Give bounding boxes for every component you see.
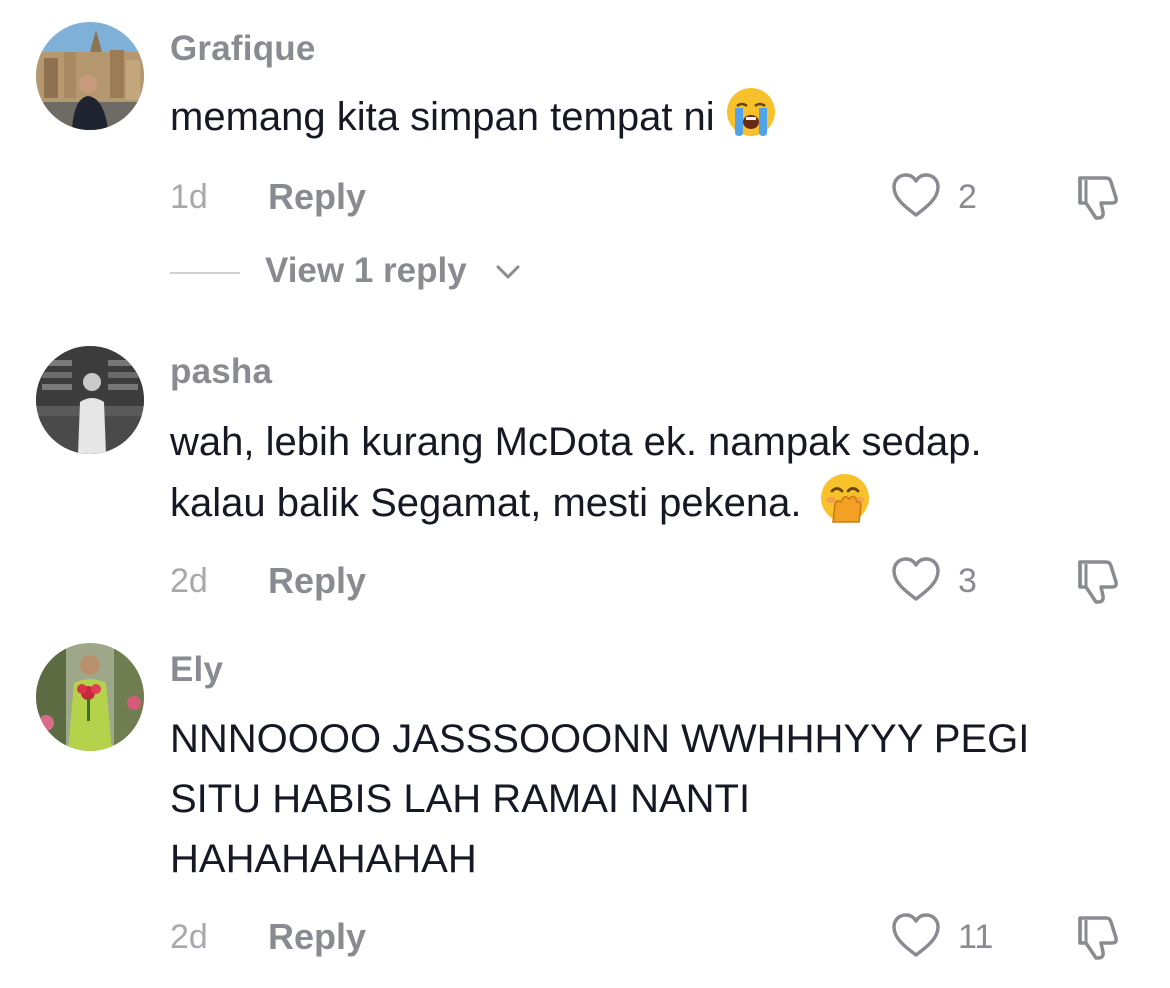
comment-timestamp: 1d <box>170 178 208 216</box>
avatar[interactable] <box>36 346 144 454</box>
thumbs-down-icon[interactable] <box>1072 910 1124 962</box>
heart-outline-icon[interactable] <box>890 912 942 960</box>
avatar[interactable] <box>36 643 144 751</box>
chevron-down-icon[interactable] <box>495 261 521 283</box>
reply-button[interactable]: Reply <box>268 560 366 602</box>
comment-text-line: SITU HABIS LAH RAMAI NANTI <box>170 777 751 821</box>
comment-actions: 2d Reply 11 <box>170 912 1130 962</box>
heart-outline-icon[interactable] <box>890 556 942 604</box>
comment-actions: 1d Reply 2 <box>170 172 1130 222</box>
comment-timestamp: 2d <box>170 562 208 600</box>
reply-button[interactable]: Reply <box>268 916 366 958</box>
comment-text-content: memang kita simpan tempat ni <box>170 95 715 139</box>
loudly-crying-face-icon <box>725 86 777 138</box>
reply-button[interactable]: Reply <box>268 176 366 218</box>
heart-outline-icon[interactable] <box>890 172 942 220</box>
comment-username[interactable]: Grafique <box>170 29 316 69</box>
thumbs-down-icon[interactable] <box>1072 554 1124 606</box>
comment-text: NNNOOOO JASSSOOONN WWHHHYYY PEGI SITU HA… <box>170 709 1145 889</box>
like-count: 2 <box>958 178 977 216</box>
comment-username[interactable]: Ely <box>170 650 223 690</box>
comment-timestamp: 2d <box>170 918 208 956</box>
avatar[interactable] <box>36 22 144 130</box>
comment-username[interactable]: pasha <box>170 352 272 392</box>
face-with-hand-over-mouth-icon <box>819 472 871 524</box>
like-count: 11 <box>958 918 994 956</box>
comment-text-line: NNNOOOO JASSSOOONN WWHHHYYY PEGI <box>170 717 1030 761</box>
comment-text-line-with-emoji: kalau balik Segamat, mesti pekena. <box>170 472 1145 533</box>
comment-text-line: kalau balik Segamat, mesti pekena. <box>170 481 802 525</box>
thumbs-down-icon[interactable] <box>1072 170 1124 222</box>
like-count: 3 <box>958 562 977 600</box>
comment-text: memang kita simpan tempat ni <box>170 86 1145 147</box>
comment-actions: 2d Reply 3 <box>170 556 1130 606</box>
comment-text: wah, lebih kurang McDota ek. nampak seda… <box>170 412 1145 533</box>
comment-text-line: HAHAHAHAHAH <box>170 837 477 881</box>
comment-text-line: wah, lebih kurang McDota ek. nampak seda… <box>170 420 982 464</box>
view-replies-label[interactable]: View 1 reply <box>265 251 467 291</box>
divider-line <box>170 272 240 274</box>
